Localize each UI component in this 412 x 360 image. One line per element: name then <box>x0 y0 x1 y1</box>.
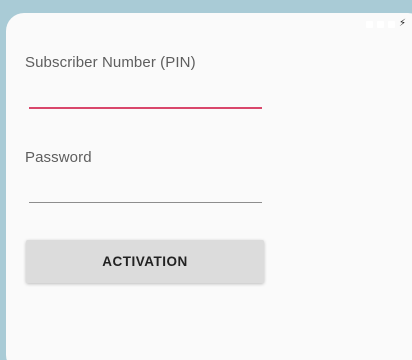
battery-icon <box>387 20 395 28</box>
status-bar: ⚡ <box>365 17 406 31</box>
wifi-icon <box>376 20 384 28</box>
app-screen: ⚡ Subscriber Number (PIN) Password ACTIV… <box>6 13 412 360</box>
charging-icon: ⚡ <box>398 18 406 29</box>
activation-button[interactable]: ACTIVATION <box>26 240 264 283</box>
password-label: Password <box>25 149 92 166</box>
signal-icon <box>365 20 373 28</box>
pin-label: Subscriber Number (PIN) <box>25 54 196 71</box>
password-input[interactable] <box>29 178 262 203</box>
pin-input[interactable] <box>29 83 262 109</box>
